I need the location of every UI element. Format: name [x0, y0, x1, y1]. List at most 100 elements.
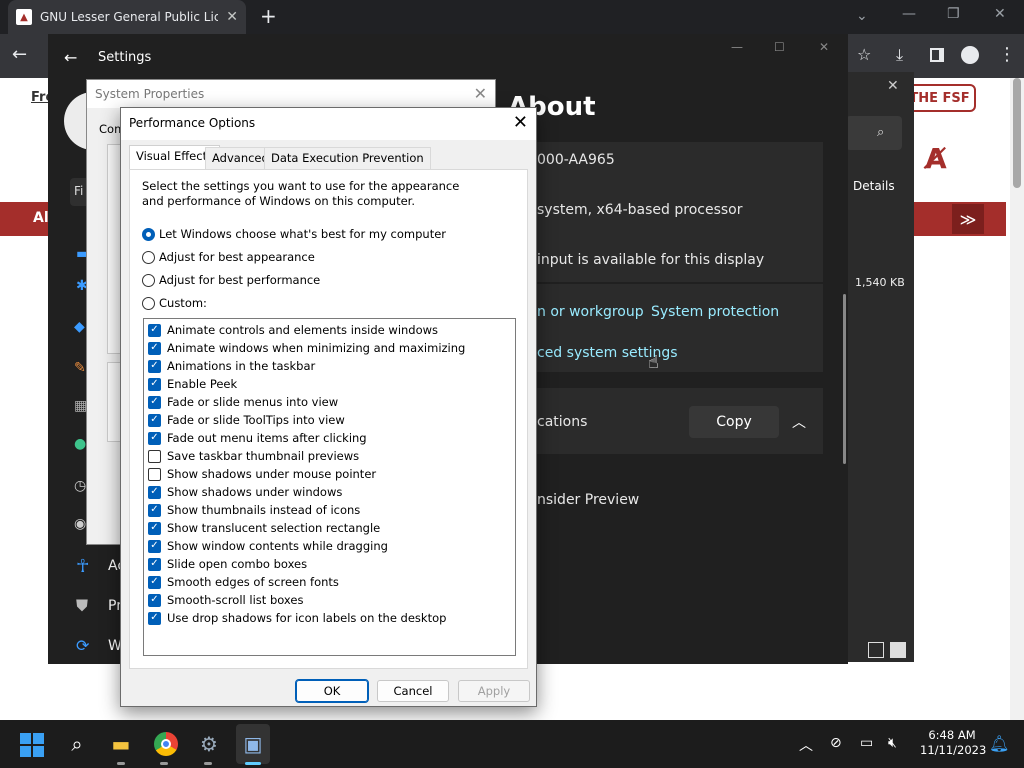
display-icon[interactable]: ▭ [860, 735, 873, 751]
explorer-close-icon[interactable]: ✕ [887, 78, 899, 94]
list-item[interactable]: ✓ Show window contents while dragging [148, 537, 388, 555]
tiles-view-icon[interactable] [890, 642, 906, 658]
radio-label: Adjust for best appearance [159, 250, 315, 264]
list-item[interactable]: ✓ Enable Peek [148, 375, 237, 393]
nav-network-icon[interactable]: ◆ [74, 319, 85, 335]
checkbox-checked-icon[interactable]: ✓ [148, 593, 161, 607]
domain-workgroup-link[interactable]: n or workgroup [537, 304, 644, 320]
nav-time-icon[interactable]: ◷ [74, 478, 86, 494]
list-item[interactable]: Show shadows under mouse pointer [148, 465, 376, 483]
radio-let-windows-choose[interactable]: Let Windows choose what's best for my co… [142, 227, 446, 241]
checkbox-checked-icon[interactable]: ✓ [148, 395, 161, 409]
volume-muted-icon[interactable]: 🔇︎ [888, 735, 897, 751]
sidebar-icon[interactable] [930, 48, 944, 62]
profile-icon[interactable] [961, 46, 979, 64]
checkbox-checked-icon[interactable]: ✓ [148, 521, 161, 535]
list-item[interactable]: ✓ Fade or slide ToolTips into view [148, 411, 345, 429]
list-item[interactable]: ✓ Animate controls and elements inside wi… [148, 321, 438, 339]
settings-close-icon[interactable]: ✕ [819, 40, 829, 54]
back-arrow-icon[interactable]: ← [12, 44, 27, 65]
checkbox-checked-icon[interactable]: ✓ [148, 485, 161, 499]
file-explorer-icon[interactable]: ▬ [104, 726, 138, 762]
nav-accessibility-icon[interactable]: ☥ [76, 556, 89, 577]
details-view-icon[interactable] [868, 642, 884, 658]
checkbox-unchecked-icon[interactable] [148, 449, 161, 463]
chevron-up-icon[interactable]: ︿ [792, 412, 806, 432]
checkbox-unchecked-icon[interactable] [148, 467, 161, 481]
browser-tab[interactable]: ▲ GNU Lesser General Public Licen ✕ [8, 0, 246, 34]
cancel-button[interactable]: Cancel [377, 680, 449, 702]
page-scrollbar[interactable] [1010, 78, 1024, 720]
list-item[interactable]: ✓ Slide open combo boxes [148, 555, 307, 573]
radio-custom[interactable]: Custom: [142, 296, 207, 310]
checkbox-checked-icon[interactable]: ✓ [148, 557, 161, 571]
explorer-window-partial [846, 72, 914, 662]
taskbar-clock[interactable]: 6:48 AM 11/11/2023 [920, 728, 986, 758]
apply-button[interactable]: Apply [458, 680, 530, 702]
checkbox-label: Animations in the taskbar [167, 359, 316, 373]
settings-back-icon[interactable]: ← [64, 48, 77, 67]
system-protection-link[interactable]: System protection [651, 304, 779, 320]
nav-gaming-icon[interactable]: ◉ [74, 516, 86, 532]
nav-privacy-icon[interactable]: ⛊ [76, 596, 88, 616]
tab-data-execution-prevention[interactable]: Data Execution Prevention [264, 147, 431, 169]
list-item[interactable]: ✓ Animations in the taskbar [148, 357, 315, 375]
download-icon[interactable]: ⤓ [896, 45, 903, 65]
tray-chevron-up-icon[interactable]: ︿ [799, 735, 813, 755]
radio-best-performance[interactable]: Adjust for best performance [142, 273, 320, 287]
checkbox-checked-icon[interactable]: ✓ [148, 611, 161, 625]
list-item[interactable]: ✓ Smooth-scroll list boxes [148, 591, 303, 609]
details-pane-button[interactable]: Details [853, 179, 895, 193]
explorer-search-box[interactable] [846, 116, 902, 150]
checkbox-checked-icon[interactable]: ✓ [148, 539, 161, 553]
settings-minimize-icon[interactable]: — [731, 40, 743, 54]
radio-best-appearance[interactable]: Adjust for best appearance [142, 250, 315, 264]
visual-effects-list[interactable]: ✓ Animate controls and elements inside wi… [143, 318, 516, 656]
tab-search-icon[interactable]: ⌄ [856, 8, 868, 24]
list-item[interactable]: ✓ Show translucent selection rectangle [148, 519, 380, 537]
checkbox-checked-icon[interactable]: ✓ [148, 323, 161, 337]
system-properties-close-icon[interactable]: ✕ [474, 84, 487, 103]
list-item[interactable]: ✓ Smooth edges of screen fonts [148, 573, 339, 591]
list-item[interactable]: ✓ Show thumbnails instead of icons [148, 501, 360, 519]
checkbox-label: Fade out menu items after clicking [167, 431, 367, 445]
dialog-close-icon[interactable]: ✕ [513, 112, 528, 133]
star-icon[interactable]: ☆ [857, 45, 871, 64]
ok-button[interactable]: OK [295, 679, 369, 703]
settings-scrollbar[interactable] [843, 294, 846, 464]
close-tab-icon[interactable]: ✕ [226, 9, 238, 25]
notification-bell-icon[interactable]: 🔔︎ [989, 734, 1009, 753]
checkbox-checked-icon[interactable]: ✓ [148, 503, 161, 517]
network-icon[interactable]: ⊘ [830, 735, 842, 751]
restore-icon[interactable]: ❐ [947, 6, 960, 22]
list-item[interactable]: ✓ Animate windows when minimizing and max… [148, 339, 465, 357]
list-item[interactable]: Save taskbar thumbnail previews [148, 447, 359, 465]
list-item[interactable]: ✓ Fade out menu items after clicking [148, 429, 367, 447]
system-properties-taskbar-icon[interactable]: ▣ [236, 726, 270, 762]
checkbox-checked-icon[interactable]: ✓ [148, 359, 161, 373]
checkbox-checked-icon[interactable]: ✓ [148, 431, 161, 445]
navbar-more-button[interactable]: ≫ [952, 204, 984, 234]
checkbox-checked-icon[interactable]: ✓ [148, 575, 161, 589]
radio-icon [142, 273, 155, 287]
search-icon[interactable]: ⌕ [60, 726, 94, 762]
settings-gear-icon[interactable]: ⚙ [192, 726, 226, 762]
new-tab-button[interactable]: + [260, 6, 277, 26]
nav-update-icon[interactable]: ⟳ [76, 636, 89, 655]
copy-button[interactable]: Copy [689, 406, 779, 438]
list-item[interactable]: ✓ Fade or slide menus into view [148, 393, 338, 411]
nav-personalization-icon[interactable]: ✎ [74, 360, 86, 376]
checkbox-checked-icon[interactable]: ✓ [148, 341, 161, 355]
chrome-icon[interactable] [154, 732, 178, 756]
list-item[interactable]: ✓ Show shadows under windows [148, 483, 342, 501]
nav-accounts-icon[interactable]: ● [74, 436, 86, 452]
settings-maximize-icon[interactable]: ☐ [774, 40, 785, 54]
checkbox-checked-icon[interactable]: ✓ [148, 413, 161, 427]
checkbox-checked-icon[interactable]: ✓ [148, 377, 161, 391]
list-item[interactable]: ✓ Use drop shadows for icon labels on the… [148, 609, 446, 627]
menu-dots-icon[interactable]: ⋮ [998, 44, 1016, 65]
start-button[interactable] [20, 733, 44, 757]
close-window-icon[interactable]: ✕ [994, 6, 1006, 22]
scroll-thumb[interactable] [1013, 78, 1021, 188]
minimize-icon[interactable]: — [902, 6, 916, 22]
